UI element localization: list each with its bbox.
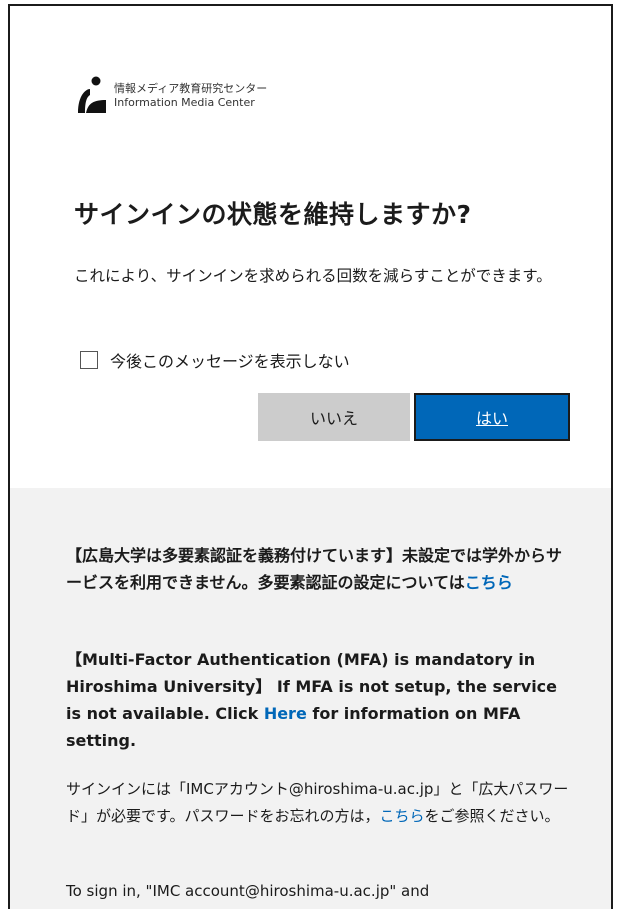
mfa-info-link-ja[interactable]: こちら: [465, 573, 513, 592]
description-text: これにより、サインインを求められる回数を減らすことができます。: [74, 267, 552, 285]
mfa-notice-en: 【Multi-Factor Authentication (MFA) is ma…: [66, 646, 576, 754]
signin-info-ja-post: をご参照ください。: [424, 807, 560, 825]
signin-dialog: 情報メディア教育研究センター Information Media Center …: [8, 4, 613, 909]
mfa-notice-ja: 【広島大学は多要素認証を義務付けています】未設定では学外からサービスを利用できま…: [66, 542, 576, 596]
mfa-info-link-en[interactable]: Here: [264, 704, 307, 723]
org-name: 情報メディア教育研究センター Information Media Center: [114, 82, 267, 110]
no-button[interactable]: いいえ: [258, 393, 410, 441]
dont-show-again-label[interactable]: 今後このメッセージを表示しない: [110, 348, 350, 372]
org-name-ja: 情報メディア教育研究センター: [114, 82, 268, 95]
yes-button[interactable]: はい: [414, 393, 570, 441]
dont-show-again-checkbox[interactable]: [80, 351, 98, 369]
imc-logo-icon: [78, 76, 106, 113]
signin-info-en: To sign in, "IMC account@hiroshima-u.ac.…: [66, 882, 430, 900]
org-name-en: Information Media Center: [114, 96, 255, 109]
page-title: サインインの状態を維持しますか?: [74, 200, 472, 229]
dont-show-again-row[interactable]: 今後このメッセージを表示しない: [80, 348, 350, 372]
password-help-link-ja[interactable]: こちら: [380, 807, 425, 825]
signin-info-ja: サインインには「IMCアカウント@hiroshima-u.ac.jp」と「広大パ…: [66, 776, 581, 830]
